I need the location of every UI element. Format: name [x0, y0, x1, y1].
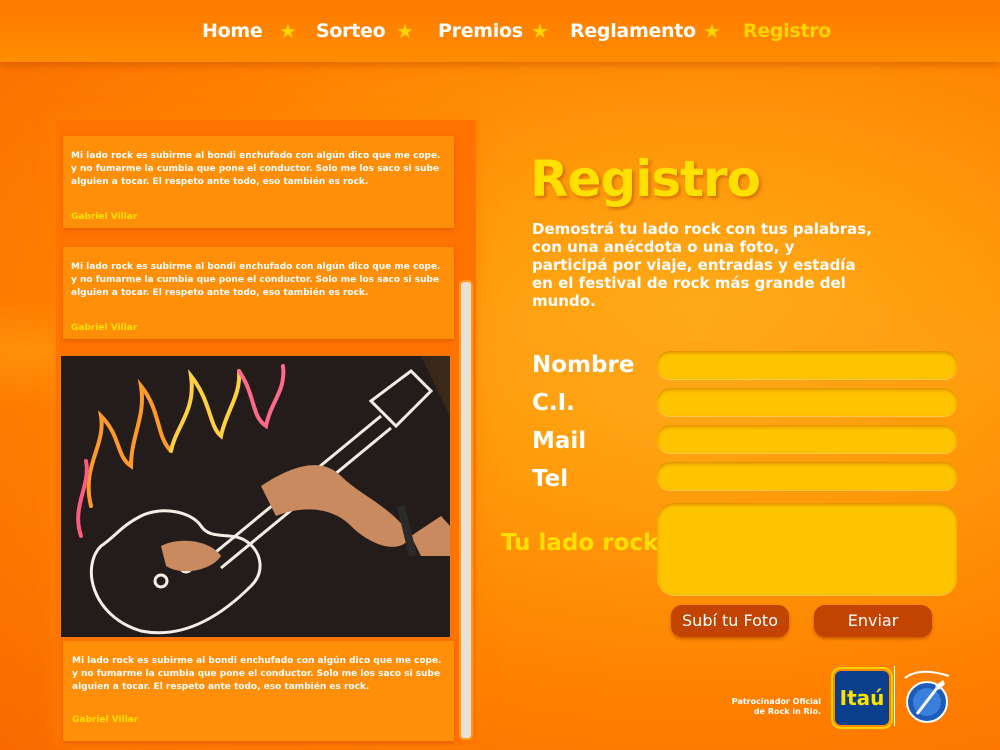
upload-photo-button[interactable]: Subí tu Foto: [671, 605, 789, 637]
sponsor-text-line2: de Rock in Rio.: [753, 707, 821, 716]
stories-panel: Mi lado rock es subirme al bondi enchufa…: [56, 120, 476, 745]
rock-in-rio-logo: [904, 670, 950, 723]
mail-field[interactable]: [657, 425, 957, 453]
ci-field[interactable]: [657, 388, 957, 416]
story-card: Mi lado rock es subirme al bondi enchufa…: [63, 136, 454, 228]
nav-premios[interactable]: Premios: [438, 20, 523, 42]
story-text: Mi lado rock es subirme al bondi enchufa…: [71, 151, 441, 187]
lado-rock-label: Tu lado rock: [501, 530, 659, 556]
story-card: Mi lado rock es subirme al bondi enchufa…: [63, 247, 454, 339]
itau-logo: Itaú: [833, 669, 891, 727]
story-text: Mi lado rock es subirme al bondi enchufa…: [72, 656, 442, 692]
page-title: Registro: [530, 150, 761, 208]
story-card: Mi lado rock es subirme al bondi enchufa…: [63, 641, 454, 741]
story-author: Gabriel Villar: [72, 715, 139, 725]
tel-field[interactable]: [657, 462, 957, 490]
story-photo: [61, 356, 450, 637]
lado-rock-textarea[interactable]: [657, 503, 957, 595]
star-separator-icon: ★: [279, 19, 297, 43]
ci-label: C.I.: [532, 390, 575, 416]
story-author: Gabriel Villar: [71, 323, 138, 333]
nav-home[interactable]: Home: [202, 20, 263, 42]
sponsor-text-line1: Patrocinador Oficial: [731, 697, 821, 706]
tel-label: Tel: [532, 466, 569, 492]
registration-description: Demostrá tu lado rock con tus palabras, …: [532, 220, 872, 310]
sponsor-text: Patrocinador Oficial de Rock in Rio.: [717, 697, 821, 717]
submit-button[interactable]: Enviar: [814, 605, 932, 637]
top-navigation: Home ★ Sorteo ★ Premios ★ Reglamento ★ R…: [0, 0, 1000, 62]
star-separator-icon: ★: [531, 19, 549, 43]
nav-registro[interactable]: Registro: [743, 20, 831, 42]
sponsor-divider: [894, 666, 895, 726]
mail-label: Mail: [532, 428, 587, 454]
story-author: Gabriel Villar: [71, 212, 138, 222]
stories-scrollbar[interactable]: [459, 280, 473, 740]
nombre-field[interactable]: [657, 351, 957, 379]
star-separator-icon: ★: [703, 19, 721, 43]
nav-reglamento[interactable]: Reglamento: [570, 20, 696, 42]
nav-sorteo[interactable]: Sorteo: [316, 20, 386, 42]
star-separator-icon: ★: [396, 19, 414, 43]
nombre-label: Nombre: [532, 352, 635, 378]
story-text: Mi lado rock es subirme al bondi enchufa…: [71, 262, 441, 298]
